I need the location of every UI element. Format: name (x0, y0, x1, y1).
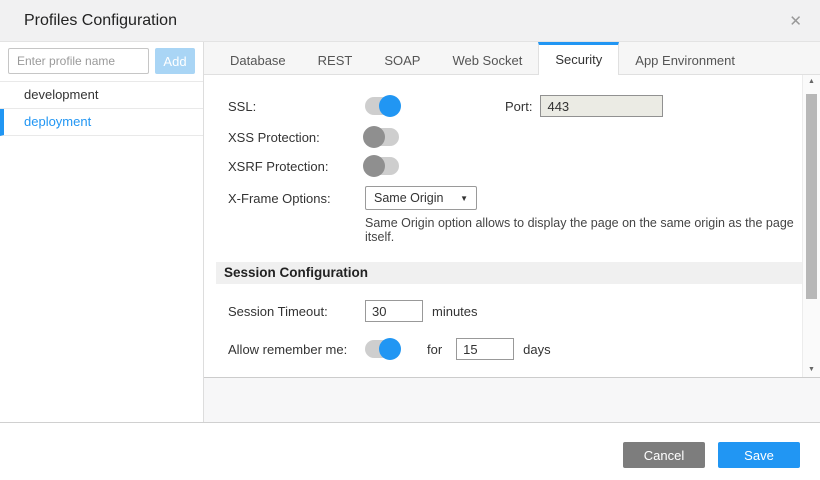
close-icon[interactable]: ✕ (785, 10, 806, 32)
profile-item-deployment[interactable]: deployment (0, 109, 203, 136)
port-group: Port: (505, 95, 663, 117)
xframe-row: X-Frame Options: Same Origin ▼ Same Orig… (228, 186, 802, 244)
ssl-toggle[interactable] (365, 97, 399, 115)
tab-rest[interactable]: REST (302, 42, 369, 74)
remember-days-input[interactable] (456, 338, 514, 360)
profiles-sidebar: Add development deployment (0, 42, 204, 422)
remember-me-label: Allow remember me: (228, 342, 365, 357)
xsrf-toggle[interactable] (365, 157, 399, 175)
port-label: Port: (505, 99, 532, 114)
panel-bottom-strip (204, 378, 820, 422)
security-settings-content: SSL: Port: XSS Protection: (204, 75, 802, 377)
session-timeout-label: Session Timeout: (228, 304, 365, 319)
session-timeout-row: Session Timeout: minutes (228, 300, 802, 322)
session-timeout-input[interactable] (365, 300, 423, 322)
session-configuration-section-header: Session Configuration (216, 262, 802, 284)
remember-for-label: for (427, 342, 442, 357)
ssl-label: SSL: (228, 99, 365, 114)
tab-bar: Database REST SOAP Web Socket Security A… (204, 42, 820, 75)
xframe-control: Same Origin ▼ Same Origin option allows … (365, 186, 802, 244)
security-tab-panel: SSL: Port: XSS Protection: (204, 75, 820, 378)
ssl-row: SSL: Port: (228, 95, 802, 117)
scrollbar-thumb[interactable] (806, 94, 817, 299)
profile-item-development[interactable]: development (0, 82, 203, 109)
add-profile-button[interactable]: Add (155, 48, 195, 74)
xss-row: XSS Protection: (228, 128, 802, 146)
profile-name-input[interactable] (8, 48, 149, 74)
cancel-button[interactable]: Cancel (623, 442, 705, 468)
scroll-down-icon[interactable]: ▼ (803, 363, 820, 377)
dialog-footer: Cancel Save (0, 422, 820, 480)
remember-me-toggle[interactable] (365, 340, 399, 358)
dialog-title: Profiles Configuration (24, 12, 785, 30)
tab-app-environment[interactable]: App Environment (619, 42, 751, 74)
tab-web-socket[interactable]: Web Socket (436, 42, 538, 74)
xss-toggle-knob (363, 126, 385, 148)
tab-soap[interactable]: SOAP (368, 42, 436, 74)
profile-add-row: Add (0, 42, 203, 81)
session-timeout-unit: minutes (432, 304, 478, 319)
port-field (540, 95, 663, 117)
xframe-select[interactable]: Same Origin ▼ (365, 186, 477, 210)
xframe-label: X-Frame Options: (228, 186, 365, 206)
xsrf-label: XSRF Protection: (228, 159, 365, 174)
save-button[interactable]: Save (718, 442, 800, 468)
xss-label: XSS Protection: (228, 130, 365, 145)
dialog-body: Add development deployment Database REST… (0, 42, 820, 422)
scroll-up-icon[interactable]: ▲ (803, 75, 820, 89)
remember-days-unit: days (523, 342, 550, 357)
dialog-header: Profiles Configuration ✕ (0, 0, 820, 42)
remember-me-row: Allow remember me: for days (228, 338, 802, 360)
xss-toggle[interactable] (365, 128, 399, 146)
remember-me-toggle-knob (379, 338, 401, 360)
tab-security[interactable]: Security (538, 42, 619, 75)
vertical-scrollbar[interactable]: ▲ ▼ (802, 75, 820, 377)
xframe-selected-value: Same Origin (374, 191, 443, 205)
profile-list: development deployment (0, 81, 203, 136)
xsrf-row: XSRF Protection: (228, 157, 802, 175)
profiles-configuration-dialog: Profiles Configuration ✕ Add development… (0, 0, 820, 480)
main-panel: Database REST SOAP Web Socket Security A… (204, 42, 820, 422)
tab-database[interactable]: Database (214, 42, 302, 74)
xsrf-toggle-knob (363, 155, 385, 177)
xframe-help-text: Same Origin option allows to display the… (365, 216, 802, 244)
ssl-toggle-knob (379, 95, 401, 117)
chevron-down-icon: ▼ (460, 194, 468, 203)
